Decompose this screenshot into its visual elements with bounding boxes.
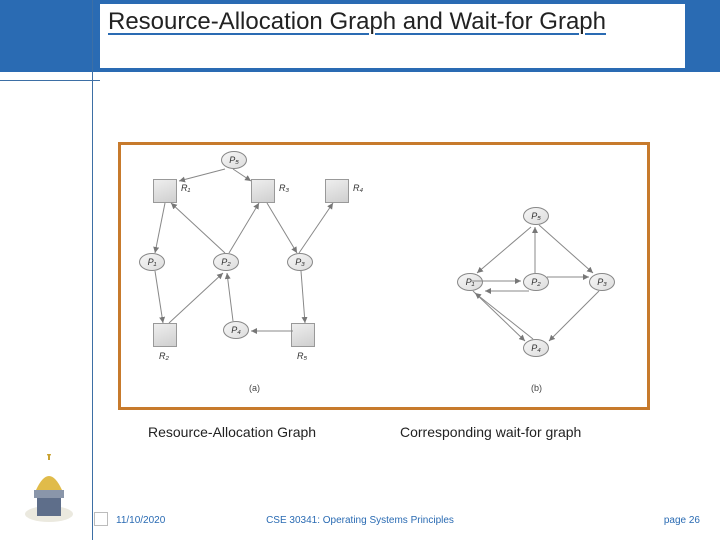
dome-icon bbox=[22, 454, 76, 526]
horizontal-rule bbox=[0, 80, 100, 81]
footer-page-label: page bbox=[664, 515, 686, 526]
footer-page: page 26 bbox=[664, 515, 700, 526]
footer-page-number: 26 bbox=[689, 515, 700, 526]
caption-right: Corresponding wait-for graph bbox=[400, 424, 581, 440]
figure-frame: R₁ R₃ R₄ R₂ R₅ P₅ P₁ P₂ P₃ P₄ P₅ P₁ P₂ P… bbox=[118, 142, 650, 410]
footer-course: CSE 30341: Operating Systems Principles bbox=[0, 515, 720, 526]
slide-title: Resource-Allocation Graph and Wait-for G… bbox=[108, 8, 690, 37]
edges-svg bbox=[121, 145, 647, 407]
caption-left: Resource-Allocation Graph bbox=[148, 424, 316, 440]
vertical-rule bbox=[92, 0, 93, 540]
figure-inner: R₁ R₃ R₄ R₂ R₅ P₅ P₁ P₂ P₃ P₄ P₅ P₁ P₂ P… bbox=[121, 145, 647, 407]
